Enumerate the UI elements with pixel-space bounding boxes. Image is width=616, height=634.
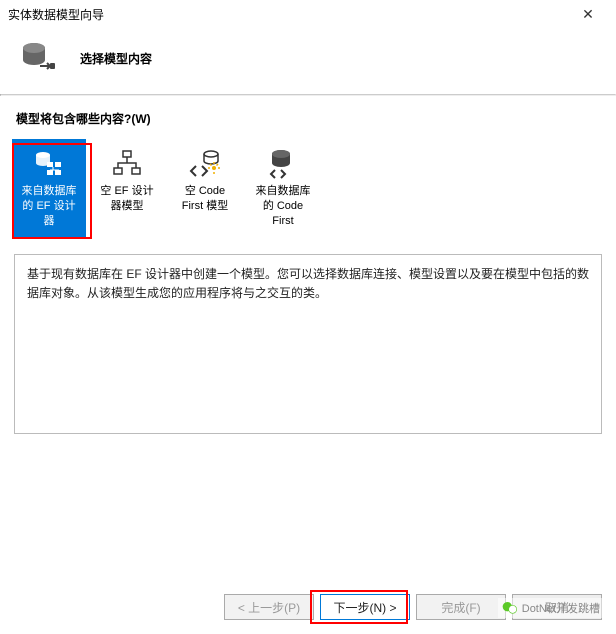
code-first-icon [189,148,221,180]
wizard-button-row: < 上一步(P) 下一步(N) > 完成(F) 取消 [224,594,602,620]
next-button[interactable]: 下一步(N) > [320,594,410,620]
section-label: 模型将包含哪些内容?(W) [0,96,616,135]
model-options-list: 来自数据库的 EF 设计器 空 EF 设计器模型 空 Code First 模型… [0,135,616,242]
option-label: 空 Code First 模型 [173,184,237,214]
window-titlebar: 实体数据模型向导 ✕ [0,0,616,28]
database-designer-icon [33,148,65,180]
window-close-button[interactable]: ✕ [568,0,608,28]
finish-button: 完成(F) [416,594,506,620]
option-label: 空 EF 设计器模型 [95,184,159,214]
diagram-icon [111,148,143,180]
window-title: 实体数据模型向导 [8,6,568,23]
option-label: 来自数据库的 Code First [251,184,315,229]
option-empty-ef-designer[interactable]: 空 EF 设计器模型 [90,139,164,238]
previous-button: < 上一步(P) [224,594,314,620]
option-description: 基于现有数据库在 EF 设计器中创建一个模型。您可以选择数据库连接、模型设置以及… [14,254,602,434]
close-icon: ✕ [582,6,594,23]
option-code-first-from-db[interactable]: 来自数据库的 Code First [246,139,320,238]
option-empty-code-first[interactable]: 空 Code First 模型 [168,139,242,238]
option-ef-designer-from-db[interactable]: 来自数据库的 EF 设计器 [12,139,86,238]
database-icon [20,38,60,78]
wizard-header: 选择模型内容 [0,28,616,94]
database-code-icon [267,148,299,180]
wizard-step-title: 选择模型内容 [80,50,152,67]
option-label: 来自数据库的 EF 设计器 [17,184,81,229]
cancel-button[interactable]: 取消 [512,594,602,620]
